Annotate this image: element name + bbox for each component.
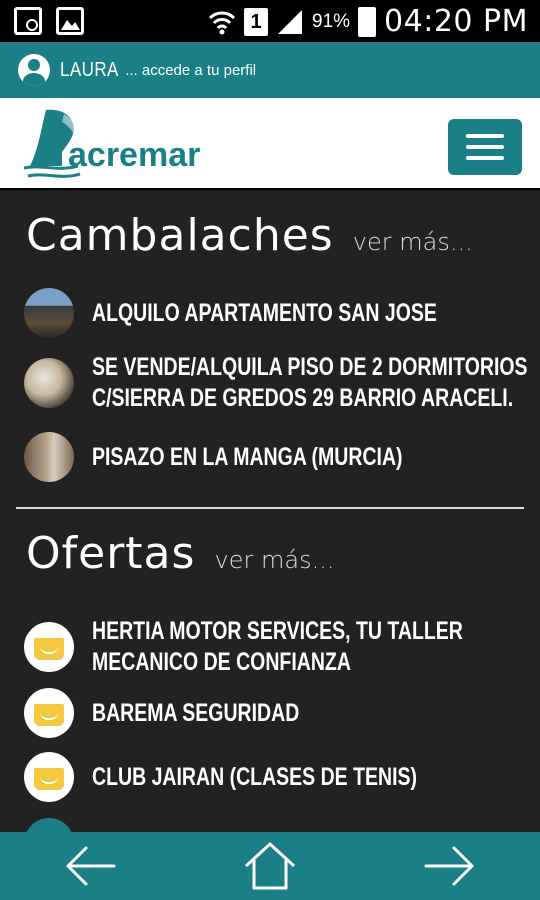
gallery-icon (56, 7, 84, 35)
acremar-logo[interactable]: acremar (18, 106, 228, 186)
screenshot-icon (14, 7, 42, 35)
section-divider (16, 507, 524, 509)
home-icon[interactable] (240, 840, 300, 892)
svg-text:acremar: acremar (68, 136, 200, 174)
user-name: LAURA (60, 58, 119, 81)
signal-icon (278, 9, 302, 34)
partial-list-item-icon (24, 818, 74, 832)
back-arrow-icon[interactable] (60, 840, 120, 892)
user-icon (18, 54, 50, 86)
clock: 04:20 PM (384, 4, 528, 39)
app-header: acremar (0, 98, 540, 190)
profile-link[interactable]: ... accede a tu perfil (125, 62, 256, 79)
shopping-bag-icon (24, 752, 74, 802)
cambalaches-more-link[interactable]: ver más... (353, 228, 473, 256)
list-item[interactable]: HERTIA MOTOR SERVICES, TU TALLER MECANIC… (24, 616, 524, 678)
list-item[interactable]: CLUB JAIRAN (CLASES DE TENIS) (24, 752, 524, 802)
listing-thumbnail (24, 358, 74, 408)
hamburger-icon (466, 134, 504, 138)
menu-button[interactable] (448, 119, 522, 175)
battery-icon (358, 6, 377, 37)
profile-bar[interactable]: LAURA ... accede a tu perfil (0, 42, 540, 98)
cambalaches-header: Cambalaches ver más... (26, 210, 473, 261)
shopping-bag-icon (24, 688, 74, 738)
listing-thumbnail (24, 432, 74, 482)
list-item-label: SE VENDE/ALQUILA PISO DE 2 DORMITORIOS C… (92, 353, 528, 412)
list-item-label: CLUB JAIRAN (CLASES DE TENIS) (92, 762, 418, 791)
list-item[interactable]: SE VENDE/ALQUILA PISO DE 2 DORMITORIOS C… (24, 352, 528, 414)
main-content: Cambalaches ver más... ALQUILO APARTAMEN… (0, 192, 540, 832)
shopping-bag-icon (24, 622, 74, 672)
list-item-label: PISAZO EN LA MANGA (MURCIA) (92, 442, 403, 471)
list-item[interactable]: ALQUILO APARTAMENTO SAN JOSE (24, 288, 524, 338)
bottom-nav (0, 832, 540, 900)
list-item-label: ALQUILO APARTAMENTO SAN JOSE (92, 298, 437, 327)
list-item[interactable]: BAREMA SEGURIDAD (24, 688, 524, 738)
ofertas-header: Ofertas ver más... (26, 528, 334, 579)
list-item-label: BAREMA SEGURIDAD (92, 698, 300, 727)
status-bar: 1 91% 04:20 PM (0, 0, 540, 42)
wifi-icon (208, 11, 236, 34)
list-item-label: HERTIA MOTOR SERVICES, TU TALLER MECANIC… (92, 617, 463, 676)
list-item[interactable]: PISAZO EN LA MANGA (MURCIA) (24, 432, 524, 482)
ofertas-title: Ofertas (26, 528, 196, 579)
ofertas-more-link[interactable]: ver más... (215, 546, 335, 574)
sim-icon: 1 (244, 7, 268, 36)
cambalaches-title: Cambalaches (26, 210, 334, 261)
listing-thumbnail (24, 288, 74, 338)
battery-percent: 91% (312, 10, 351, 32)
forward-arrow-icon[interactable] (420, 840, 480, 892)
